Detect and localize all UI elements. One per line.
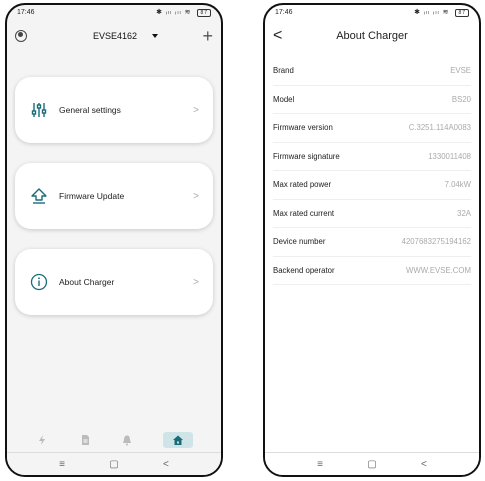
signal-icons: ✱ ᵢₗₗ ᵢₗₗ ≋ — [414, 8, 450, 16]
info-value: BS20 — [451, 94, 471, 104]
info-value: C.3251.114A0083 — [408, 123, 471, 133]
info-row-model: Model BS20 — [273, 86, 471, 114]
home-header: EVSE4162 + — [7, 21, 221, 51]
menu-icon[interactable]: ≡ — [317, 459, 323, 470]
info-value: 32A — [457, 208, 471, 218]
home-button-icon[interactable]: ▢ — [109, 459, 118, 470]
chevron-right-icon: > — [193, 276, 199, 288]
info-key: Max rated power — [273, 180, 332, 190]
back-button-icon[interactable]: < — [163, 459, 169, 470]
home-icon[interactable] — [162, 432, 193, 448]
info-row-backend-operator: Backend operator WWW.EVSE.COM — [273, 257, 471, 285]
info-value: WWW.EVSE.COM — [406, 265, 471, 275]
back-button-icon[interactable]: < — [421, 459, 427, 470]
about-header: < About Charger — [265, 23, 479, 49]
info-value: EVSE — [450, 66, 471, 76]
phone-screen-about: 17:46 ✱ ᵢₗₗ ᵢₗₗ ≋ 87 < About Charger Bra… — [263, 3, 481, 477]
info-key: Firmware version — [273, 123, 333, 133]
about-charger-card[interactable]: About Charger > — [15, 249, 213, 315]
chevron-right-icon: > — [193, 104, 199, 116]
info-key: Device number — [273, 237, 326, 247]
bottom-nav — [7, 429, 221, 451]
about-charger-label: About Charger — [59, 277, 115, 287]
info-icon — [29, 272, 49, 292]
avatar-icon[interactable] — [15, 30, 27, 42]
status-time: 17:46 — [275, 8, 293, 16]
info-row-device-number: Device number 4207683275194162 — [273, 228, 471, 257]
chevron-down-icon[interactable] — [152, 34, 159, 38]
sliders-icon — [29, 100, 49, 120]
info-value: 1330011408 — [428, 151, 471, 161]
firmware-update-label: Firmware Update — [59, 191, 125, 201]
system-nav-bar: ≡ ▢ < — [7, 452, 221, 475]
status-bar: 17:46 ✱ ᵢₗₗ ᵢₗₗ ≋ 87 — [265, 5, 479, 19]
general-settings-card[interactable]: General settings > — [15, 77, 213, 143]
battery-icon: 87 — [455, 8, 469, 17]
info-value: 7.04kW — [444, 180, 471, 190]
document-icon[interactable] — [78, 433, 92, 447]
system-nav-bar: ≡ ▢ < — [265, 452, 479, 475]
device-selector[interactable]: EVSE4162 — [93, 31, 137, 41]
add-icon[interactable]: + — [202, 27, 213, 45]
home-button-icon[interactable]: ▢ — [367, 459, 376, 470]
info-row-brand: Brand EVSE — [273, 57, 471, 86]
phone-screen-home: 17:46 ✱ ᵢₗₗ ᵢₗₗ ≋ 87 EVSE4162 + General … — [5, 3, 223, 477]
status-bar: 17:46 ✱ ᵢₗₗ ᵢₗₗ ≋ 87 — [7, 5, 221, 19]
info-key: Max rated current — [273, 208, 335, 218]
info-key: Backend operator — [273, 265, 335, 275]
signal-icons: ✱ ᵢₗₗ ᵢₗₗ ≋ — [156, 8, 192, 16]
battery-icon: 87 — [197, 8, 211, 17]
menu-icon[interactable]: ≡ — [59, 459, 65, 470]
info-key: Brand — [273, 66, 294, 76]
page-title: About Charger — [336, 30, 408, 42]
info-key: Firmware signature — [273, 151, 340, 161]
info-row-firmware-version: Firmware version C.3251.114A0083 — [273, 114, 471, 143]
charger-info-list: Brand EVSE Model BS20 Firmware version C… — [273, 57, 471, 285]
info-row-firmware-signature: Firmware signature 1330011408 — [273, 143, 471, 171]
firmware-update-card[interactable]: Firmware Update > — [15, 163, 213, 229]
bell-icon[interactable] — [120, 433, 134, 447]
upload-arrow-icon — [29, 186, 49, 206]
info-value: 4207683275194162 — [401, 237, 471, 247]
status-indicators: ✱ ᵢₗₗ ᵢₗₗ ≋ 87 — [156, 8, 211, 17]
status-time: 17:46 — [17, 8, 35, 16]
charge-icon[interactable] — [35, 433, 49, 447]
chevron-right-icon: > — [193, 190, 199, 202]
general-settings-label: General settings — [59, 105, 121, 115]
info-key: Model — [273, 94, 295, 104]
info-row-max-current: Max rated current 32A — [273, 200, 471, 228]
info-row-max-power: Max rated power 7.04kW — [273, 171, 471, 200]
status-indicators: ✱ ᵢₗₗ ᵢₗₗ ≋ 87 — [414, 8, 469, 17]
